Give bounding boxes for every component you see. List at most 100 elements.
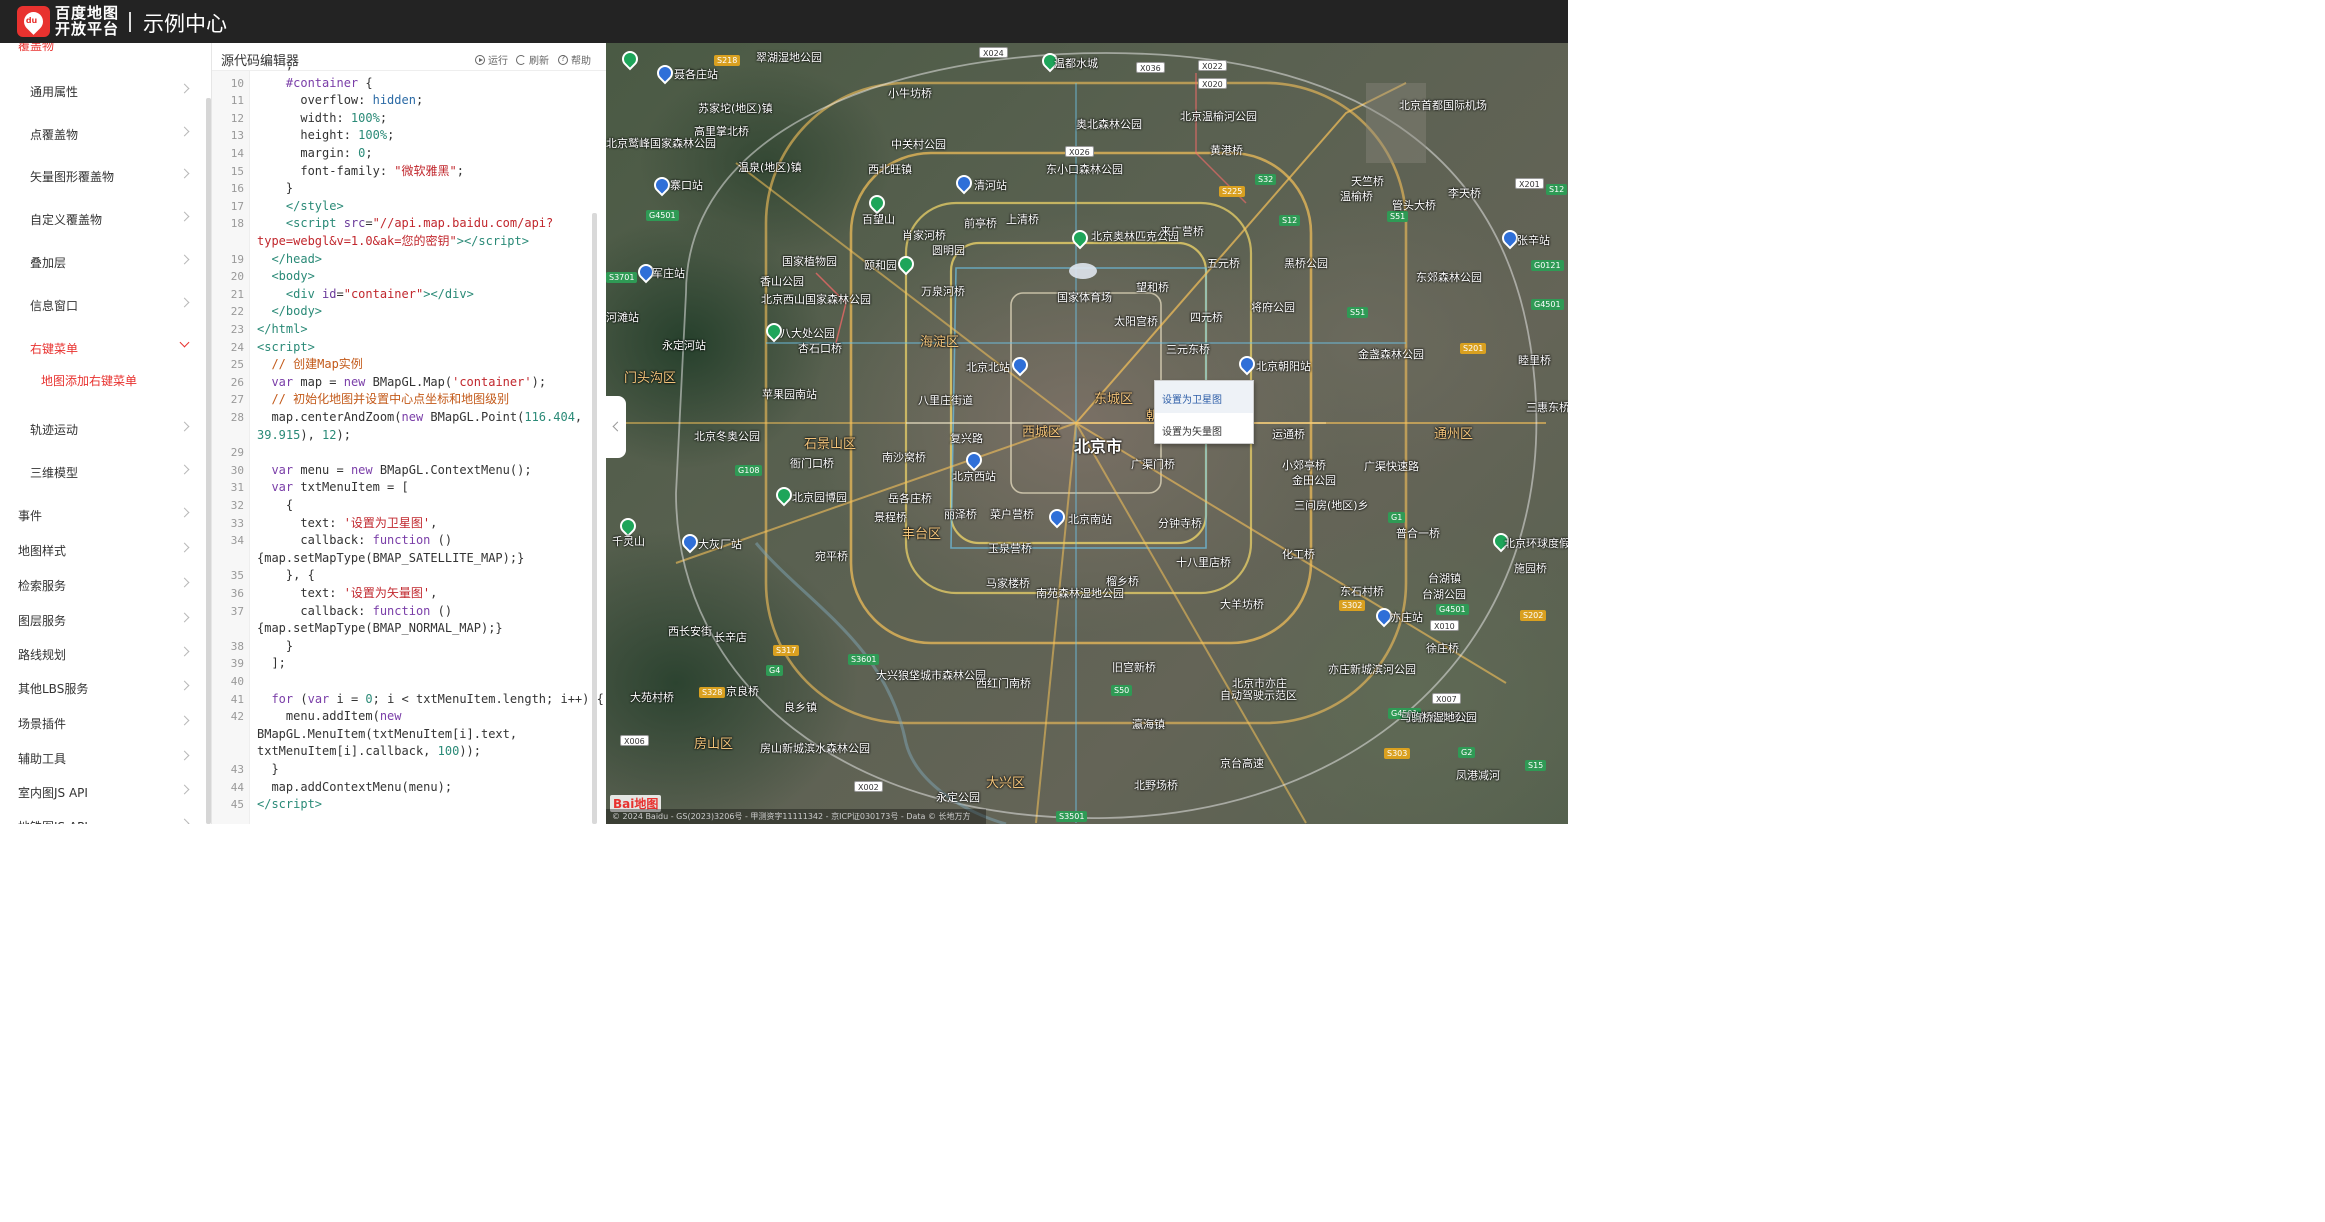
map-place-label: 五元桥 <box>1207 257 1240 270</box>
code-text: { <box>257 498 294 512</box>
map-place-label: 北京温榆河公园 <box>1180 110 1257 123</box>
code-line: 15 font-family: "微软雅黑"; <box>212 163 592 181</box>
line-number: 39 <box>230 657 244 671</box>
code-text: menu.addItem(new <box>257 709 402 724</box>
highway-sign: G4501 <box>646 210 679 221</box>
header-divider <box>129 12 131 32</box>
map-place-label: 望和桥 <box>1136 281 1169 294</box>
code-line: 17 </style> <box>212 198 592 216</box>
sidebar-item[interactable]: 三维模型 <box>0 457 200 487</box>
highway-sign: S201 <box>1460 343 1487 354</box>
sidebar-item[interactable]: 场景插件 <box>0 708 200 738</box>
sidebar-item[interactable]: 路线规划 <box>0 639 200 669</box>
sidebar-item-label: 轨迹运动 <box>30 422 79 437</box>
code-line: 23 </html> <box>212 321 592 339</box>
line-number: 45 <box>230 798 244 812</box>
chevron-right-icon <box>179 818 190 824</box>
sidebar-item[interactable]: 矢量图形覆盖物 <box>0 161 200 191</box>
chevron-down-icon <box>179 337 190 348</box>
sidebar-item[interactable]: 室内图JS API <box>0 777 200 807</box>
map-place-label: 马家楼桥 <box>986 577 1030 590</box>
map-place-label: 长辛店 <box>714 631 747 644</box>
highway-sign: S12 <box>1546 184 1568 195</box>
map-place-label: 西城区 <box>1022 425 1062 440</box>
sidebar-item-label: 室内图JS API <box>18 785 88 800</box>
map-place-label: 大苑村桥 <box>630 691 674 704</box>
sidebar-item[interactable]: 自定义覆盖物 <box>0 204 200 234</box>
code-text: <div id="container"></div> <box>285 286 474 301</box>
map-place-label: 翠湖湿地公园 <box>756 51 822 64</box>
sidebar-item[interactable]: 通用属性 <box>0 76 200 106</box>
sidebar-item[interactable]: 地图样式 <box>0 535 200 565</box>
sidebar-item[interactable]: 信息窗口 <box>0 290 200 320</box>
map-place-label: 凤港减河 <box>1456 769 1500 782</box>
line-number: 20 <box>230 270 244 284</box>
sidebar-item[interactable]: 地铁图JS API <box>0 811 200 824</box>
line-number: 37 <box>230 604 244 618</box>
map-place-label: 苹果园南站 <box>762 388 817 401</box>
code-line: 37 callback: function () <box>212 603 592 621</box>
code-line: 26 var map = new BMapGL.Map('container')… <box>212 374 592 392</box>
line-number: 15 <box>230 164 244 178</box>
chevron-right-icon <box>179 646 190 657</box>
map-place-label: 广渠门桥 <box>1131 458 1175 471</box>
sidebar-subitem[interactable]: 地图添加右键菜单 <box>0 365 200 395</box>
code-text: var map = new BMapGL.Map('container'); <box>271 374 547 389</box>
menu-item-satellite[interactable]: 设置为卫星图 <box>1155 381 1253 413</box>
sidebar-item-label: 矢量图形覆盖物 <box>30 169 115 184</box>
sidebar-item[interactable]: 事件 <box>0 500 200 530</box>
code-text: map.addContextMenu(menu); <box>257 779 453 794</box>
code-text: </head> <box>271 251 323 266</box>
line-number: 42 <box>230 710 244 724</box>
map-place-label: 东城区 <box>1094 392 1134 407</box>
map-canvas[interactable]: S218 X024 X036 X022 X020 X026 S32 S225 X… <box>606 43 1568 824</box>
chevron-right-icon <box>179 421 190 432</box>
map-place-label: 肖家河桥 <box>902 229 946 242</box>
sidebar-item[interactable]: 点覆盖物 <box>0 119 200 149</box>
highway-sign: X006 <box>620 735 649 746</box>
chevron-right-icon <box>179 577 190 588</box>
sidebar-item[interactable]: 其他LBS服务 <box>0 673 200 703</box>
sidebar-item-label: 事件 <box>18 508 43 523</box>
code-line: 39 ]; <box>212 655 592 673</box>
map-place-label: 旧宫新桥 <box>1112 661 1156 674</box>
sidebar-item[interactable]: 右键菜单 <box>0 333 200 363</box>
editor-scrollbar[interactable] <box>592 213 597 824</box>
map-place-label: 永定河站 <box>662 339 706 352</box>
menu-item-normal[interactable]: 设置为矢量图 <box>1155 413 1253 445</box>
sidebar-item-label: 图层服务 <box>18 613 67 628</box>
highway-sign: S218 <box>714 55 741 66</box>
highway-sign: S3701 <box>606 272 638 283</box>
sidebar-item[interactable]: 检索服务 <box>0 570 200 600</box>
baidu-paw-logo-icon[interactable] <box>17 6 50 37</box>
code-line: 11 overflow: hidden; <box>212 92 592 110</box>
sidebar-item[interactable]: 辅助工具 <box>0 743 200 773</box>
sidebar-item[interactable]: 叠加层 <box>0 247 200 277</box>
code-line: 35 }, { <box>212 567 592 585</box>
sidebar-item[interactable]: 轨迹运动 <box>0 414 200 444</box>
code-text: } <box>257 762 279 776</box>
code-text: } <box>257 638 294 653</box>
collapse-editor-button[interactable] <box>606 396 626 458</box>
map-place-label: 通州区 <box>1434 427 1474 442</box>
code-line: 18 <script src="//api.map.baidu.com/api? <box>212 215 592 233</box>
map-place-label: 西红门南桥 <box>976 677 1031 690</box>
chevron-right-icon <box>179 507 190 518</box>
sidebar-item[interactable]: 图层服务 <box>0 605 200 635</box>
line-number: 11 <box>230 94 244 108</box>
line-number: 29 <box>230 446 244 460</box>
code-text: <body> <box>271 269 315 284</box>
map-place-label: 金田公园 <box>1292 474 1336 487</box>
sidebar-item-label: 通用属性 <box>30 84 79 99</box>
map-place-label: 普合一桥 <box>1396 527 1440 540</box>
map-place-label: 岳各庄桥 <box>888 492 932 505</box>
chevron-right-icon <box>179 83 190 94</box>
map-place-label: 前亭桥 <box>964 217 997 230</box>
code-text: var txtMenuItem = [ <box>271 480 409 495</box>
sidebar-scrollbar[interactable] <box>206 98 211 824</box>
line-number: 40 <box>230 675 244 688</box>
map-place-label: 菜户营桥 <box>990 508 1034 521</box>
highway-sign: S32 <box>1255 174 1277 185</box>
brand-logo-text[interactable]: 百度地图 开放平台 <box>55 5 121 37</box>
map-place-label: 奥北森林公园 <box>1076 118 1142 131</box>
